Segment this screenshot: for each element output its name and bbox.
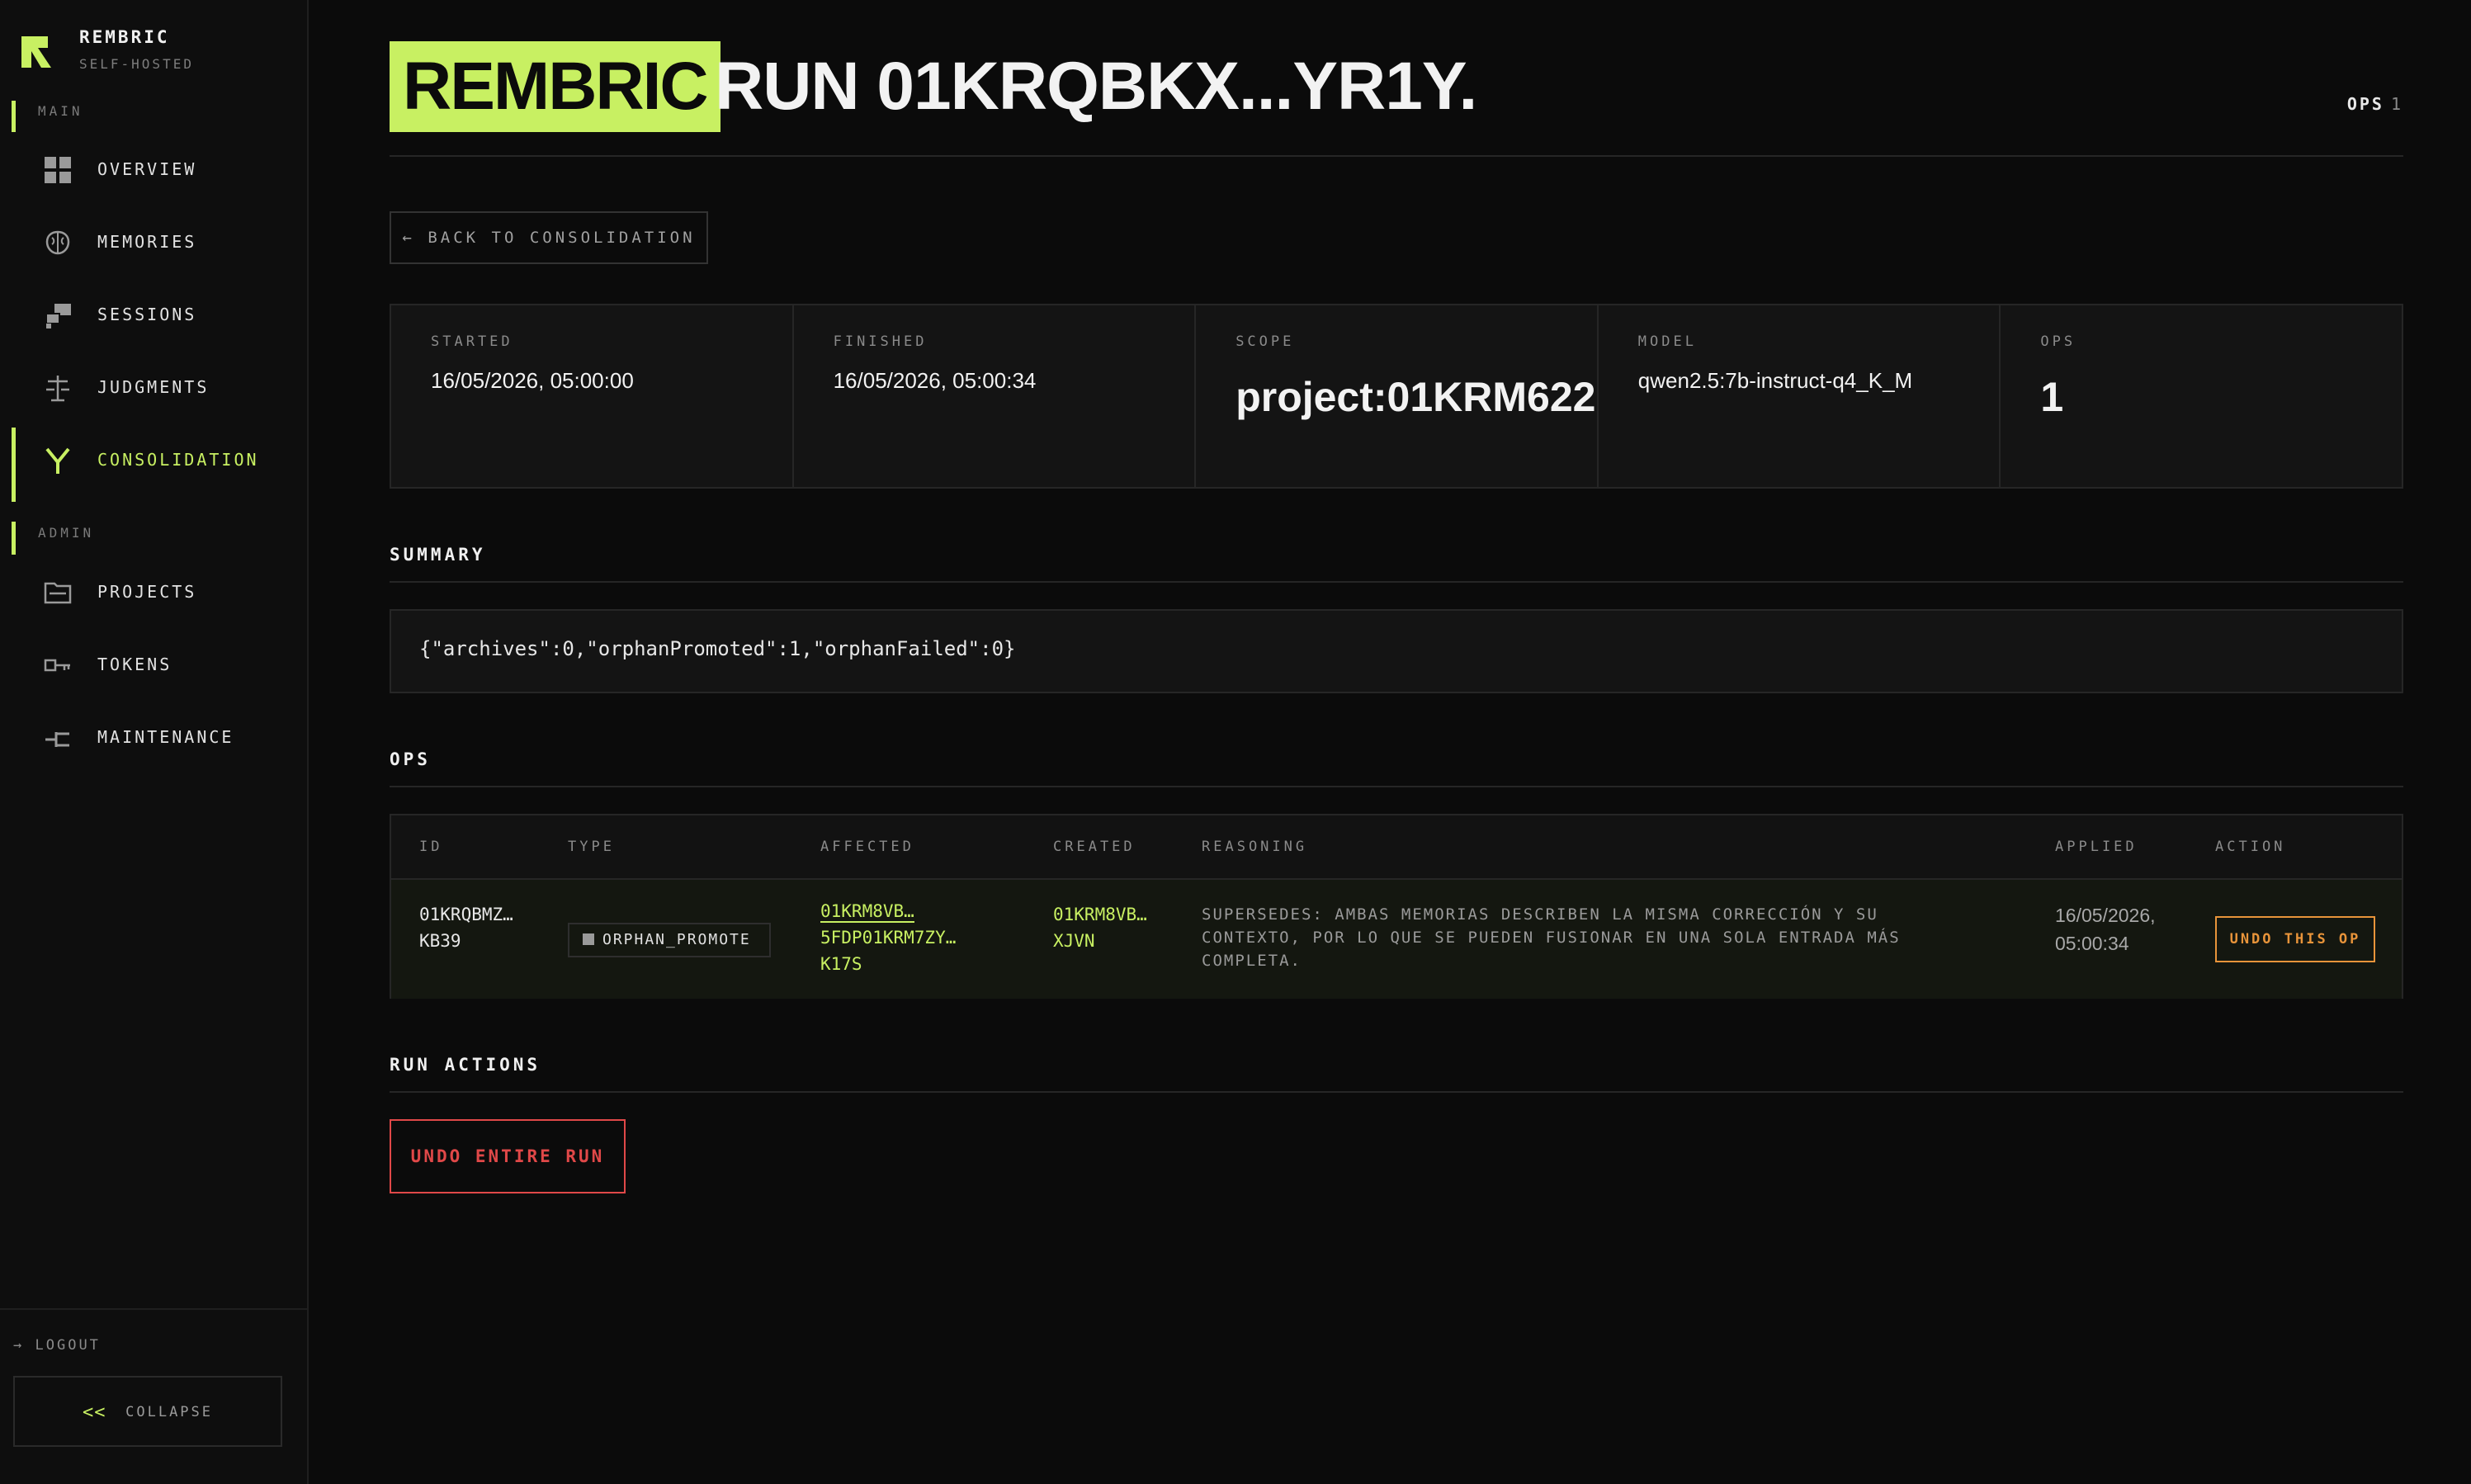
collapse-label: COLLAPSE xyxy=(125,1404,214,1420)
ops-count-indicator: OPS 1 xyxy=(2347,94,2403,114)
sidebar-item-label: PROJECTS xyxy=(97,582,197,602)
sidebar-item-label: MAINTENANCE xyxy=(97,727,234,747)
stat-value: qwen2.5:7b-instruct-q4_K_M xyxy=(1637,368,1913,393)
op-id-line: KB39 xyxy=(419,931,461,951)
op-reasoning: SUPERSEDES: AMBAS MEMORIAS DESCRIBEN LA … xyxy=(1202,905,1901,970)
stat-model: MODEL qwen2.5:7b-instruct-q4_K_M xyxy=(1599,305,2001,487)
summary-json: {"archives":0,"orphanPromoted":1,"orphan… xyxy=(390,609,2403,693)
stat-ops: OPS 1 xyxy=(2001,305,2402,487)
sidebar-item-projects[interactable]: PROJECTS xyxy=(0,560,307,626)
column-header-applied: APPLIED xyxy=(2055,839,2138,855)
created-memory-link[interactable]: XJVN xyxy=(1053,928,1147,954)
rembric-logo-icon[interactable] xyxy=(18,31,56,73)
table-row: 01KRQBMZ… KB39 ORPHAN_PROMOTE 01KRM8VB… … xyxy=(391,880,2402,999)
ops-count-value: 1 xyxy=(2390,94,2403,114)
column-header-id: ID xyxy=(419,839,443,855)
sidebar-item-label: MEMORIES xyxy=(97,232,197,252)
created-memory-link[interactable]: 01KRM8VB… xyxy=(1053,901,1147,928)
ops-divider xyxy=(390,786,2403,787)
stat-label: STARTED xyxy=(431,333,513,350)
ops-count-label: OPS xyxy=(2346,94,2384,114)
stat-label: MODEL xyxy=(1637,333,1697,350)
run-actions-heading: RUN ACTIONS xyxy=(390,1055,541,1075)
logout-label: LOGOUT xyxy=(35,1337,101,1354)
undo-op-button[interactable]: UNDO THIS OP xyxy=(2215,916,2375,962)
sidebar-item-label: JUDGMENTS xyxy=(97,377,210,397)
op-created: 01KRM8VB… XJVN xyxy=(1053,901,1147,954)
column-header-type: TYPE xyxy=(568,839,615,855)
sidebar-item-overview[interactable]: OVERVIEW xyxy=(0,137,307,203)
run-stats: STARTED 16/05/2026, 05:00:00 FINISHED 16… xyxy=(390,304,2403,489)
sidebar-item-maintenance[interactable]: MAINTENANCE xyxy=(0,705,307,771)
sidebar-item-sessions[interactable]: SESSIONS xyxy=(0,282,307,348)
op-id-line: 01KRQBMZ… xyxy=(419,905,513,924)
stat-label: OPS xyxy=(2040,333,2076,350)
undo-entire-run-button[interactable]: UNDO ENTIRE RUN xyxy=(390,1119,626,1193)
stat-value: 16/05/2026, 05:00:00 xyxy=(431,368,634,393)
stat-label: FINISHED xyxy=(833,333,928,350)
op-applied-line: 05:00:34 xyxy=(2055,933,2129,954)
section-label-main: MAIN xyxy=(38,103,83,119)
sidebar-item-label: OVERVIEW xyxy=(97,159,197,179)
grid-icon xyxy=(45,157,71,183)
op-affected: 01KRM8VB… 5FDP01KRM7ZY… K17S xyxy=(820,898,956,977)
column-header-action: ACTION xyxy=(2215,839,2286,855)
section-marker xyxy=(12,101,16,132)
sidebar-divider xyxy=(0,1308,307,1310)
sidebar-item-judgments[interactable]: JUDGMENTS xyxy=(0,355,307,421)
page-title-run-id: RUN 01KRQBKX...YR1Y. xyxy=(715,49,1477,124)
stat-value: project:01KRM6225 xyxy=(1236,374,1599,420)
ops-heading: OPS xyxy=(390,749,431,769)
section-label-admin: ADMIN xyxy=(38,525,95,541)
sidebar-item-tokens[interactable]: TOKENS xyxy=(0,632,307,698)
brain-icon xyxy=(45,230,70,255)
active-indicator xyxy=(12,428,16,502)
column-header-created: CREATED xyxy=(1053,839,1136,855)
stat-label: SCOPE xyxy=(1236,333,1295,350)
logout-link[interactable]: → LOGOUT xyxy=(13,1337,101,1354)
key-icon xyxy=(44,659,70,672)
merge-icon xyxy=(45,447,70,474)
affected-memory-link[interactable]: 01KRM8VB… xyxy=(820,901,914,923)
sidebar-item-label: CONSOLIDATION xyxy=(97,450,259,470)
header-divider xyxy=(390,155,2403,157)
logout-arrow-icon: → xyxy=(13,1337,25,1354)
affected-memory-link[interactable]: K17S xyxy=(820,951,956,977)
stat-value: 1 xyxy=(2040,374,2064,420)
op-applied: 16/05/2026, 05:00:34 xyxy=(2055,901,2156,957)
affected-memory-link[interactable]: 5FDP01KRM7ZY… xyxy=(820,924,956,951)
plug-icon xyxy=(45,732,69,747)
op-type-badge: ORPHAN_PROMOTE xyxy=(568,923,771,957)
op-applied-line: 16/05/2026, xyxy=(2055,905,2156,926)
chevron-double-left-icon: << xyxy=(82,1402,106,1423)
brand-name: REMBRIC xyxy=(79,27,170,47)
sidebar-item-memories[interactable]: MEMORIES xyxy=(0,210,307,276)
page-title-highlight: REMBRIC xyxy=(390,41,721,132)
column-header-reasoning: REASONING xyxy=(1202,839,1308,855)
collapse-button[interactable]: << COLLAPSE xyxy=(13,1376,282,1447)
summary-divider xyxy=(390,581,2403,583)
sidebar-item-label: TOKENS xyxy=(97,655,172,674)
stat-finished: FINISHED 16/05/2026, 05:00:34 xyxy=(794,305,1197,487)
op-type-label: ORPHAN_PROMOTE xyxy=(602,931,751,948)
sidebar-item-consolidation[interactable]: CONSOLIDATION xyxy=(0,428,307,502)
section-marker xyxy=(12,522,16,555)
stat-scope: SCOPE project:01KRM6225 xyxy=(1196,305,1599,487)
sidebar-item-label: SESSIONS xyxy=(97,305,197,324)
column-header-affected: AFFECTED xyxy=(820,839,914,855)
type-square-icon xyxy=(583,933,594,945)
summary-heading: SUMMARY xyxy=(390,545,486,565)
scale-icon xyxy=(46,376,69,402)
windows-icon xyxy=(45,304,71,328)
ops-table-header: ID TYPE AFFECTED CREATED REASONING APPLI… xyxy=(391,815,2402,880)
ops-table: ID TYPE AFFECTED CREATED REASONING APPLI… xyxy=(390,814,2403,999)
brand-subtitle: SELF-HOSTED xyxy=(79,56,194,72)
sidebar: REMBRIC SELF-HOSTED MAIN OVERVIEW MEMORI… xyxy=(0,0,309,1484)
op-id: 01KRQBMZ… KB39 xyxy=(419,901,513,954)
folder-icon xyxy=(44,582,72,604)
stat-started: STARTED 16/05/2026, 05:00:00 xyxy=(391,305,794,487)
back-to-consolidation-button[interactable]: ← BACK TO CONSOLIDATION xyxy=(390,211,708,264)
stat-value: 16/05/2026, 05:00:34 xyxy=(833,368,1037,393)
run-actions-divider xyxy=(390,1091,2403,1093)
